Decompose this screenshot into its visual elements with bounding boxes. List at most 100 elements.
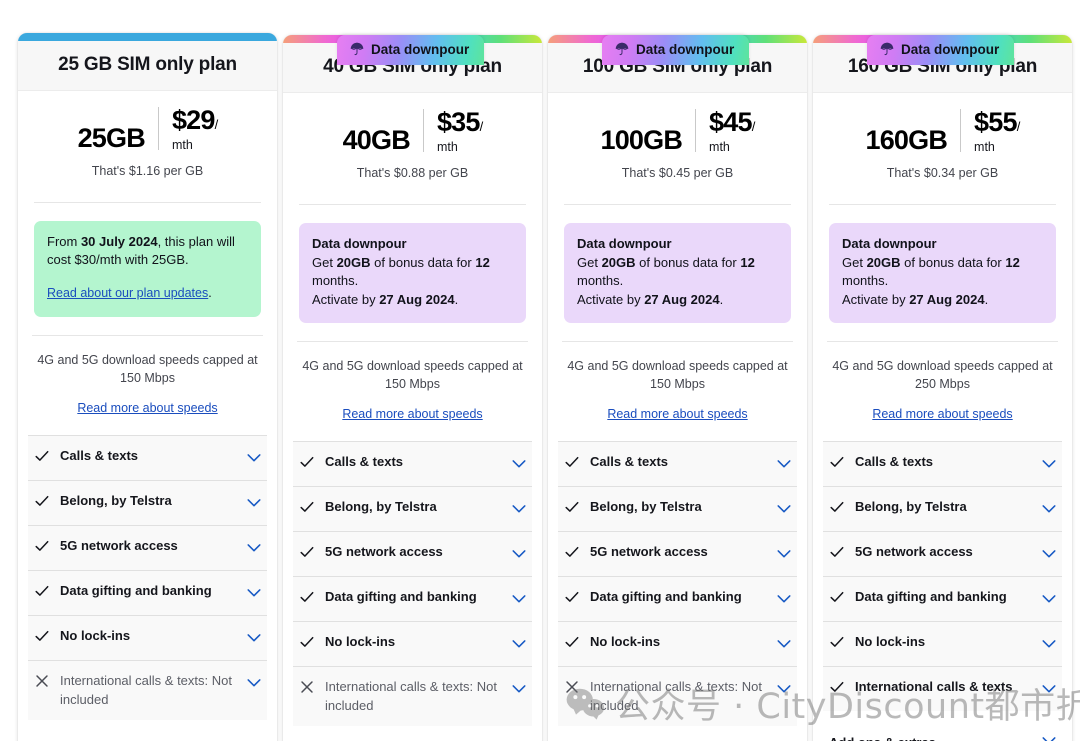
feature-row[interactable]: International calls & texts: Not include… [28, 660, 267, 721]
feature-expand-chevron[interactable] [777, 588, 791, 609]
feature-expand-chevron[interactable] [1042, 588, 1056, 609]
chevron-down-icon[interactable] [512, 549, 526, 559]
feature-label: 5G network access [60, 538, 178, 554]
chevron-down-icon[interactable] [1042, 639, 1056, 649]
chevron-down-icon[interactable] [247, 453, 261, 463]
chevron-down-icon[interactable] [247, 498, 261, 508]
feature-expand-chevron[interactable] [512, 678, 526, 699]
feature-expand-chevron[interactable] [777, 543, 791, 564]
feature-row[interactable]: 5G network access [28, 525, 267, 571]
price-amount-group: $45/mth [696, 107, 755, 154]
chevron-down-icon[interactable] [247, 633, 261, 643]
feature-expand-chevron[interactable] [512, 453, 526, 474]
feature-row[interactable]: No lock-ins [293, 621, 532, 667]
feature-row[interactable]: International calls & texts [823, 666, 1062, 712]
feature-expand-chevron[interactable] [512, 633, 526, 654]
chevron-down-icon[interactable] [512, 459, 526, 469]
price-block: 100GB $45/mth That's $0.45 per GB [548, 93, 807, 190]
feature-expand-chevron[interactable] [777, 498, 791, 519]
speeds-link[interactable]: Read more about speeds [872, 407, 1012, 421]
feature-row[interactable]: Calls & texts [28, 435, 267, 481]
check-icon [830, 457, 844, 468]
promo-bonus-line: Get 20GB of bonus data for 12 months. [312, 254, 490, 289]
price-slash: / [1016, 119, 1021, 134]
feature-row[interactable]: Data gifting and banking [28, 570, 267, 616]
feature-row[interactable]: International calls & texts: Not include… [558, 666, 797, 727]
promo-panel: Data downpour Get 20GB of bonus data for … [829, 222, 1056, 324]
chevron-down-icon[interactable] [247, 678, 261, 688]
check-icon [300, 637, 314, 648]
chevron-down-icon[interactable] [1042, 736, 1056, 741]
feature-row[interactable]: Belong, by Telstra [558, 486, 797, 532]
feature-row[interactable]: Belong, by Telstra [823, 486, 1062, 532]
chevron-down-icon[interactable] [1042, 549, 1056, 559]
feature-expand-chevron[interactable] [1042, 633, 1056, 654]
feature-expand-chevron[interactable] [512, 498, 526, 519]
chevron-down-icon[interactable] [512, 594, 526, 604]
price-amount: $45/ [709, 107, 755, 137]
speeds-link[interactable]: Read more about speeds [77, 401, 217, 415]
chevron-down-icon[interactable] [247, 588, 261, 598]
feature-row[interactable]: Calls & texts [293, 441, 532, 487]
feature-expand-chevron[interactable] [247, 627, 261, 648]
chevron-down-icon[interactable] [777, 459, 791, 469]
feature-row[interactable]: No lock-ins [558, 621, 797, 667]
feature-row[interactable]: Calls & texts [823, 441, 1062, 487]
chevron-down-icon[interactable] [777, 684, 791, 694]
chevron-down-icon[interactable] [777, 504, 791, 514]
price-amount-group: $35/mth [424, 109, 483, 154]
feature-row[interactable]: 5G network access [558, 531, 797, 577]
speeds-link[interactable]: Read more about speeds [342, 407, 482, 421]
feature-expand-chevron[interactable] [247, 447, 261, 468]
check-icon [565, 502, 579, 513]
feature-expand-chevron[interactable] [512, 588, 526, 609]
check-icon [830, 502, 844, 513]
feature-expand-chevron[interactable] [1042, 678, 1056, 699]
feature-row[interactable]: Belong, by Telstra [28, 480, 267, 526]
feature-expand-chevron[interactable] [777, 678, 791, 699]
feature-row[interactable]: Calls & texts [558, 441, 797, 487]
chevron-down-icon[interactable] [512, 639, 526, 649]
feature-expand-chevron[interactable] [777, 453, 791, 474]
promo-title: Data downpour [577, 235, 672, 251]
promo-text: From 30 July 2024, this plan will cost $… [47, 233, 235, 267]
feature-row[interactable]: No lock-ins [28, 615, 267, 661]
feature-expand-chevron[interactable] [1042, 543, 1056, 564]
chevron-down-icon[interactable] [777, 594, 791, 604]
feature-row[interactable]: 5G network access [293, 531, 532, 577]
plan-updates-link[interactable]: Read about our plan updates [47, 285, 208, 303]
feature-row[interactable]: Data gifting and banking [558, 576, 797, 622]
chevron-down-icon[interactable] [1042, 594, 1056, 604]
feature-expand-chevron[interactable] [1042, 498, 1056, 519]
chevron-down-icon[interactable] [777, 549, 791, 559]
addons-expand-chevron[interactable] [1042, 733, 1056, 741]
chevron-down-icon[interactable] [247, 543, 261, 553]
feature-expand-chevron[interactable] [1042, 453, 1056, 474]
feature-expand-chevron[interactable] [777, 633, 791, 654]
addons-row[interactable]: Add ons & extras [823, 733, 1062, 741]
data-downpour-badge: Data downpour [867, 35, 1015, 65]
chevron-down-icon[interactable] [512, 684, 526, 694]
chevron-down-icon[interactable] [512, 504, 526, 514]
check-icon [35, 586, 49, 597]
feature-row[interactable]: Belong, by Telstra [293, 486, 532, 532]
speeds-link[interactable]: Read more about speeds [607, 407, 747, 421]
chevron-down-icon[interactable] [1042, 684, 1056, 694]
feature-row[interactable]: Data gifting and banking [293, 576, 532, 622]
chevron-down-icon[interactable] [777, 639, 791, 649]
feature-expand-chevron[interactable] [247, 582, 261, 603]
feature-row[interactable]: International calls & texts: Not include… [293, 666, 532, 727]
feature-expand-chevron[interactable] [512, 543, 526, 564]
feature-label: Belong, by Telstra [855, 499, 967, 515]
feature-expand-chevron[interactable] [247, 492, 261, 513]
chevron-down-icon[interactable] [1042, 504, 1056, 514]
chevron-down-icon[interactable] [1042, 459, 1056, 469]
feature-row[interactable]: No lock-ins [823, 621, 1062, 667]
feature-row[interactable]: Data gifting and banking [823, 576, 1062, 622]
feature-expand-chevron[interactable] [247, 672, 261, 693]
feature-row[interactable]: 5G network access [823, 531, 1062, 577]
check-icon [565, 547, 579, 558]
plan-card-body: 160 GB SIM only plan 160GB $55/mth That's $… [813, 35, 1072, 741]
price-row: 160GB $55/mth [829, 109, 1056, 154]
feature-expand-chevron[interactable] [247, 537, 261, 558]
